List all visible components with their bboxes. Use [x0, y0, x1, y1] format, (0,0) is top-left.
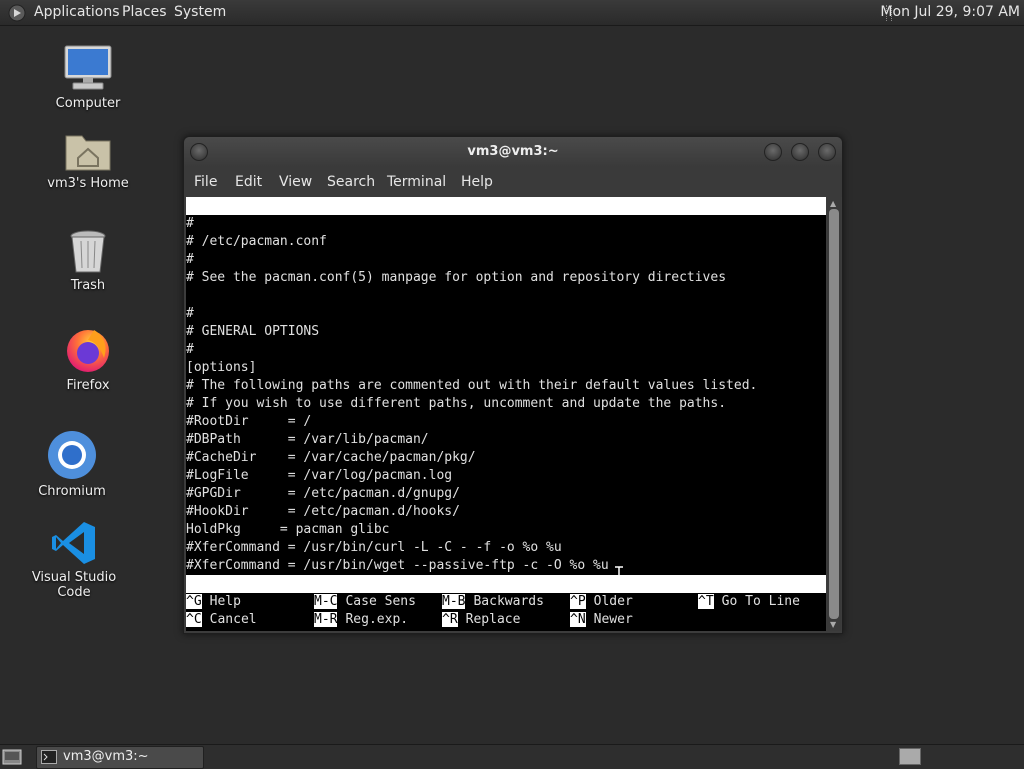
trash-icon [70, 230, 106, 273]
file-line: # See the pacman.conf(5) manpage for opt… [186, 270, 727, 285]
vscode-icon [52, 522, 95, 564]
applications-menu[interactable]: Applications [34, 4, 120, 21]
file-line: HoldPkg = pacman glibc [186, 522, 390, 537]
shortcut-label: Cancel [209, 612, 257, 627]
desktop-icon-label: Computer [55, 96, 121, 111]
shortcut-key: ^G [186, 594, 202, 609]
file-line: #XferCommand = /usr/bin/wget --passive-f… [186, 558, 609, 573]
file-line [186, 287, 826, 305]
file-line: #DBPath = /var/lib/pacman/ [186, 432, 429, 447]
computer-icon [64, 45, 112, 90]
shortcut-go-to-line: ^T Go To Line [698, 593, 800, 611]
terminal-icon [41, 750, 57, 764]
scrollbar-thumb[interactable] [829, 209, 839, 619]
bottom-taskbar: vm3@vm3:~ [0, 744, 1024, 769]
shortcut-key: M-B [442, 594, 466, 609]
terminal-scrollbar[interactable]: ▲ ▼ [827, 197, 841, 631]
scroll-down-icon[interactable]: ▼ [830, 620, 836, 629]
chromium-icon [48, 431, 96, 479]
file-line: #CacheDir = /var/cache/pacman/pkg/ [186, 450, 476, 465]
file-line: [options] [186, 360, 257, 375]
menu-terminal[interactable]: Terminal [387, 174, 446, 190]
shortcut-label: Reg.exp. [345, 612, 409, 627]
shortcut-case-sens: M-C Case Sens [314, 593, 416, 611]
terminal-screen[interactable]: GNU nano 8.1 /etc/pacman.conf # # /etc/pa… [186, 197, 826, 631]
shortcut-cancel: ^C Cancel [186, 611, 257, 629]
window-titlebar[interactable]: vm3@vm3:~ [184, 137, 842, 167]
desktop-icon-firefox[interactable]: Firefox [28, 326, 148, 393]
desktop-icon-home[interactable]: vm3's Home [28, 128, 148, 191]
workspace-switcher[interactable] [899, 748, 921, 765]
shortcut-help: ^G Help [186, 593, 241, 611]
file-line: #RootDir = / [186, 414, 312, 429]
file-line: # The following paths are commented out … [186, 378, 758, 393]
taskbar-terminal-button[interactable]: vm3@vm3:~ [36, 746, 204, 769]
shortcut-key: ^P [570, 594, 586, 609]
menu-help[interactable]: Help [461, 174, 493, 190]
gnome-foot-icon[interactable] [8, 4, 26, 22]
shortcut-key: ^T [698, 594, 714, 609]
maximize-icon[interactable] [791, 143, 809, 161]
firefox-icon [67, 330, 109, 372]
taskbar-task-label: vm3@vm3:~ [63, 749, 149, 764]
desktop-icon-label: vm3's Home [47, 176, 129, 191]
shortcut-label: Case Sens [345, 594, 416, 609]
desktop-icon-label: Trash [70, 278, 106, 293]
file-line: #LogFile = /var/log/pacman.log [186, 468, 453, 483]
search-prompt-bar[interactable]: Search: [186, 575, 826, 609]
shortcut-label: Go To Line [721, 594, 800, 609]
system-menu[interactable]: System [174, 4, 226, 21]
shortcut-key: M-C [314, 594, 338, 609]
file-line: #XferCommand = /usr/bin/curl -L -C - -f … [186, 540, 562, 555]
terminal-window[interactable]: vm3@vm3:~ File Edit View Search Terminal… [183, 136, 843, 634]
file-line: # [186, 342, 194, 357]
desktop-icon-label: Firefox [66, 378, 110, 393]
menu-file[interactable]: File [194, 174, 217, 190]
shortcut-newer: ^N Newer [570, 611, 633, 629]
window-title: vm3@vm3:~ [467, 144, 559, 159]
shortcut-reg-exp: M-R Reg.exp. [314, 611, 408, 629]
shortcut-label: Backwards [473, 594, 544, 609]
file-line: #GPGDir = /etc/pacman.d/gnupg/ [186, 486, 460, 501]
scroll-up-icon[interactable]: ▲ [830, 199, 836, 208]
terminal-menubar: File Edit View Search Terminal Help [184, 167, 842, 197]
file-line: # If you wish to use different paths, un… [186, 396, 727, 411]
file-line: # [186, 216, 194, 231]
shortcut-older: ^P Older [570, 593, 633, 611]
desktop-icon-computer[interactable]: Computer [28, 44, 148, 111]
file-line: # /etc/pacman.conf [186, 234, 327, 249]
text-cursor-icon [615, 566, 623, 582]
show-desktop-icon[interactable] [2, 748, 22, 766]
shortcut-label: Newer [593, 612, 633, 627]
desktop-icon-label: Chromium [38, 484, 106, 499]
search-prompt: Search: [232, 594, 296, 609]
shortcut-key: ^C [186, 612, 202, 627]
shortcut-key: M-R [314, 612, 338, 627]
desktop-icon-chromium[interactable]: Chromium [12, 430, 132, 499]
desktop-icon-vscode[interactable]: Visual Studio Code [14, 520, 134, 600]
places-menu[interactable]: Places [122, 4, 167, 21]
top-panel: Applications Places System Mon Jul 29, 9… [0, 0, 1024, 26]
shortcut-key: ^N [570, 612, 586, 627]
shortcut-label: Older [593, 594, 633, 609]
shortcut-key: ^R [442, 612, 458, 627]
file-line: # GENERAL OPTIONS [186, 324, 320, 339]
shortcut-label: Replace [465, 612, 521, 627]
shortcut-backwards: M-B Backwards [442, 593, 544, 611]
desktop-icon-trash[interactable]: Trash [28, 228, 148, 293]
shortcut-label: Help [209, 594, 241, 609]
menu-view[interactable]: View [279, 174, 312, 190]
desktop-icon-label: Visual Studio Code [31, 570, 117, 600]
clock[interactable]: Mon Jul 29, 9:07 AM [880, 4, 1020, 21]
file-line: #HookDir = /etc/pacman.d/hooks/ [186, 504, 460, 519]
nano-header: GNU nano 8.1 /etc/pacman.conf [186, 197, 826, 249]
shortcut-replace: ^R Replace [442, 611, 520, 629]
file-line: # [186, 252, 194, 267]
menu-edit[interactable]: Edit [235, 174, 262, 190]
file-line: # [186, 306, 194, 321]
close-icon[interactable] [818, 143, 836, 161]
home-folder-icon [65, 135, 111, 171]
minimize-icon[interactable] [764, 143, 782, 161]
menu-search[interactable]: Search [327, 174, 375, 190]
